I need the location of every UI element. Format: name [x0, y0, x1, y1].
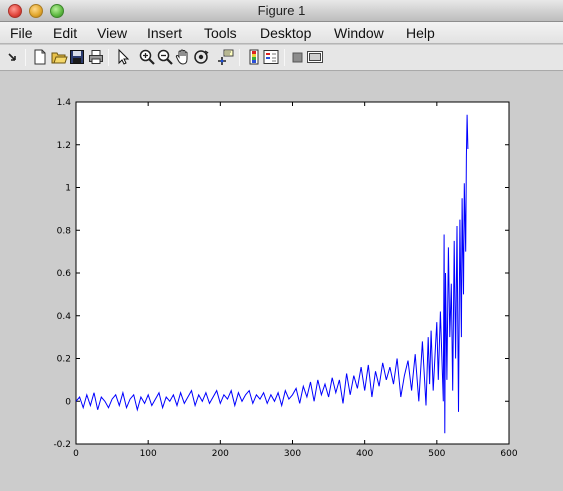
menu-help[interactable]: Help — [406, 22, 435, 44]
figure-toolbar — [0, 45, 563, 71]
y-tick-label: 1.4 — [57, 98, 72, 108]
x-tick-label: 200 — [212, 449, 229, 459]
x-tick-labels: 0 100 200 300 400 500 600 — [73, 449, 518, 459]
pan-hand-icon[interactable] — [174, 48, 192, 66]
y-tick-label: 0.2 — [57, 355, 71, 365]
x-tick-label: 500 — [428, 449, 445, 459]
y-tick-label: 0.8 — [57, 226, 72, 236]
window-title: Figure 1 — [257, 3, 306, 18]
y-tick-label: 1 — [65, 184, 71, 194]
save-figure-icon[interactable] — [68, 48, 86, 66]
y-tick-labels: -0.2 0 0.2 0.4 0.6 0.8 1 1.2 1.4 — [53, 98, 71, 450]
insert-colorbar-icon[interactable] — [245, 48, 263, 66]
menu-desktop[interactable]: Desktop — [260, 22, 311, 44]
menu-edit[interactable]: Edit — [53, 22, 77, 44]
zoom-icon[interactable] — [50, 4, 64, 18]
data-cursor-icon[interactable] — [216, 48, 234, 66]
figure-canvas[interactable]: 0 100 200 300 400 500 600 -0.2 0 0.2 0.4 0.6 0.8 1 1.… — [0, 72, 563, 491]
toolbar-separator — [239, 49, 240, 66]
y-tick-label: 0 — [65, 397, 71, 407]
insert-legend-icon[interactable] — [262, 48, 280, 66]
title-bar[interactable]: Figure 1 — [0, 0, 563, 22]
y-tick-label: -0.2 — [53, 440, 71, 450]
x-tick-label: 400 — [356, 449, 373, 459]
new-figure-icon[interactable] — [31, 48, 49, 66]
edit-plot-arrow-icon[interactable] — [114, 48, 132, 66]
zoom-out-icon[interactable] — [156, 48, 174, 66]
y-tick-label: 0.4 — [57, 312, 72, 322]
close-icon[interactable] — [8, 4, 22, 18]
menu-bar: File Edit View Insert Tools Desktop Wind… — [0, 22, 563, 44]
x-tick-label: 600 — [500, 449, 517, 459]
print-figure-icon[interactable] — [87, 48, 105, 66]
y-tick-label: 0.6 — [57, 269, 72, 279]
minimize-icon[interactable] — [29, 4, 43, 18]
menu-tools[interactable]: Tools — [204, 22, 237, 44]
open-file-icon[interactable] — [50, 48, 68, 66]
toolbar-separator — [25, 49, 26, 66]
x-tick-label: 100 — [140, 449, 157, 459]
x-tick-label: 0 — [73, 449, 79, 459]
zoom-in-icon[interactable] — [138, 48, 156, 66]
hide-plot-tools-icon[interactable] — [289, 48, 307, 66]
x-tick-label: 300 — [284, 449, 301, 459]
menu-file[interactable]: File — [10, 22, 33, 44]
figure-window: Figure 1 File Edit View Insert Tools Des… — [0, 0, 563, 491]
menu-view[interactable]: View — [97, 22, 127, 44]
dock-arrow-icon[interactable] — [4, 48, 22, 66]
toolbar-separator — [284, 49, 285, 66]
menu-insert[interactable]: Insert — [147, 22, 182, 44]
toolbar-separator — [108, 49, 109, 66]
menu-window[interactable]: Window — [334, 22, 384, 44]
show-plot-tools-icon[interactable] — [306, 48, 324, 66]
y-tick-label: 1.2 — [57, 141, 71, 151]
rotate-3d-icon[interactable] — [192, 48, 210, 66]
line-plot[interactable]: 0 100 200 300 400 500 600 -0.200.20.40.60.811.… — [0, 72, 563, 491]
